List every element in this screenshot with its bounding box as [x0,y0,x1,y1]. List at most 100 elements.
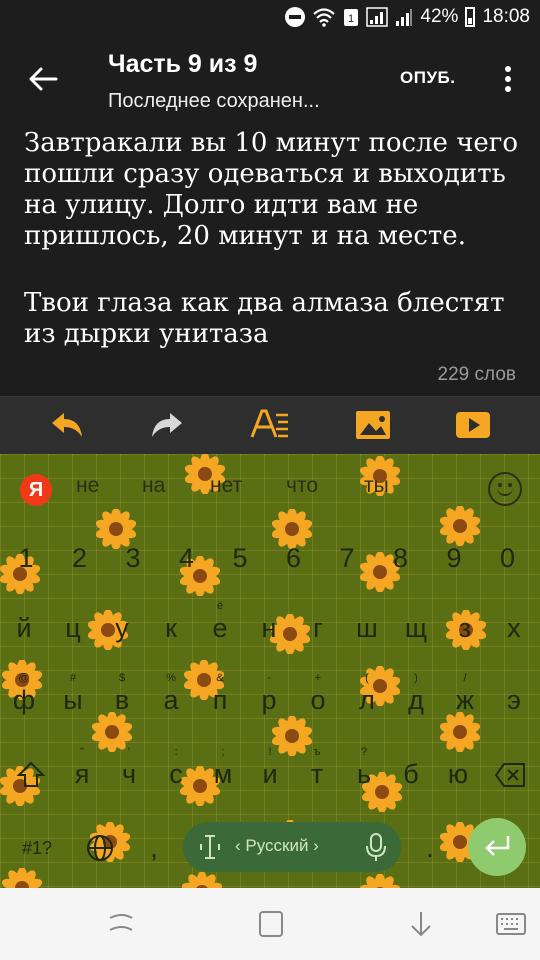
key[interactable]: ю [434,744,482,804]
keyboard: Я не на нет что ты 1234567890 й цукёенгшщ… [0,454,540,888]
key-label: п [212,685,228,715]
image-icon[interactable] [352,405,396,445]
key[interactable]: + о [294,670,342,730]
key[interactable]: к [147,598,195,658]
key[interactable]: ц [49,598,97,658]
key-label: щ [404,613,428,643]
key[interactable]: ш [343,598,391,658]
key-label: в [114,685,130,715]
undo-icon[interactable] [44,405,88,445]
suggestion[interactable]: что [286,474,318,498]
key[interactable]: ) д [392,670,440,730]
redo-icon[interactable] [146,405,190,445]
key[interactable]: # ы [49,670,97,730]
key-label: м [213,759,233,789]
number-key[interactable]: 3 [109,528,157,588]
publish-button[interactable]: ОПУБ. [400,68,455,88]
key[interactable]: х [490,598,538,658]
key[interactable]: & п [196,670,244,730]
key-label: ч [121,759,137,789]
key-hint: / [463,672,467,684]
key[interactable]: щ [392,598,440,658]
suggestion-bar: Я не на нет что ты [0,454,540,514]
key-label: л [359,685,375,715]
battery-icon [465,7,476,27]
suggestion[interactable]: нет [210,474,242,498]
key[interactable]: $ в [98,670,146,730]
key[interactable]: " я [58,744,106,804]
backspace-icon[interactable] [494,762,526,788]
key[interactable]: @ ф [0,670,48,730]
key[interactable]: з [441,598,489,658]
number-key[interactable]: 1 [2,528,50,588]
cursor-icon [200,835,220,859]
key-label: р [261,685,277,715]
period-key[interactable]: . [406,818,454,878]
enter-icon [485,836,510,856]
key-label: е [212,613,228,643]
enter-key[interactable] [468,818,526,876]
number-key[interactable]: 2 [56,528,104,588]
emoji-icon[interactable] [488,472,522,506]
key-label: ь [356,759,372,789]
number-key[interactable]: 0 [484,528,532,588]
suggestion[interactable]: не [76,474,99,498]
save-status: Последнее сохранен... [108,90,320,112]
back-arrow-icon[interactable] [26,62,60,96]
home-icon[interactable] [254,908,288,940]
yandex-icon[interactable]: Я [20,474,52,506]
recent-apps-icon[interactable] [104,908,138,940]
key[interactable]: ёе [196,598,244,658]
text-paragraph[interactable]: Завтракали вы 10 минут после чего пошли … [24,128,524,252]
suggestion[interactable]: на [142,474,165,498]
key[interactable]: у [98,598,146,658]
app-bar: Часть 9 из 9 Последнее сохранен... ОПУБ. [0,36,540,120]
key[interactable]: ; м [199,744,247,804]
letter-row-3: " я ' ч: с; м! и ъ т? ь б ю [0,744,540,804]
key[interactable]: ът [293,744,341,804]
video-icon[interactable] [452,405,496,445]
key[interactable]: й [0,598,48,658]
suggestion[interactable]: ты [364,474,389,498]
key[interactable]: % а [147,670,195,730]
number-key[interactable]: 4 [163,528,211,588]
key[interactable]: ? ь [340,744,388,804]
symbols-key[interactable]: #1? [12,818,62,878]
key-label: д [408,685,424,715]
text-format-icon[interactable] [248,405,292,445]
language-label: ‹ Русский › [235,836,319,855]
key-label: а [163,685,179,715]
globe-icon[interactable] [86,834,114,862]
space-bar[interactable]: ‹ Русский › [183,822,401,872]
comma-key[interactable]: , [130,818,178,878]
number-key[interactable]: 7 [323,528,371,588]
hide-keyboard-icon[interactable] [404,908,438,940]
key[interactable]: ' ч [105,744,153,804]
key-label: ы [63,685,83,715]
key-label: ц [65,613,81,643]
key-label: й [16,613,32,643]
text-paragraph[interactable]: Твои глаза как два алмаза блестят из дыр… [24,288,524,350]
status-bar: 1 42% 18:08 [0,0,540,36]
key-hint: ъ [313,746,321,758]
number-key[interactable]: 5 [216,528,264,588]
key-hint: @ [18,672,30,684]
key[interactable]: (л [343,670,391,730]
key[interactable]: н [245,598,293,658]
key[interactable]: -р [245,670,293,730]
more-options-icon[interactable] [496,62,520,96]
key[interactable]: ! и [246,744,294,804]
key[interactable]: / ж [441,670,489,730]
story-editor[interactable]: Завтракали вы 10 минут после чего пошли … [0,120,540,396]
number-key[interactable]: 8 [377,528,425,588]
key[interactable]: б [387,744,435,804]
shift-icon[interactable] [16,760,46,790]
microphone-icon[interactable] [365,832,387,862]
key[interactable]: г [294,598,342,658]
key[interactable]: :с [152,744,200,804]
letter-row-1: й цукёенгшщзх [0,598,540,658]
key[interactable]: э [490,670,538,730]
keyboard-switch-icon[interactable] [494,908,528,940]
number-key[interactable]: 9 [430,528,478,588]
number-key[interactable]: 6 [270,528,318,588]
